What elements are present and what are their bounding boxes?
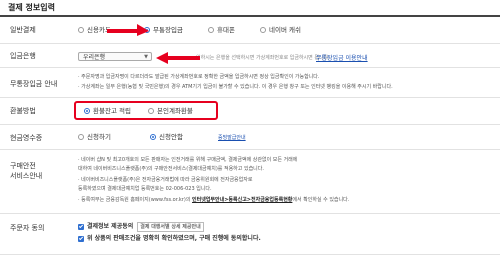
safety-line-4: 등록하였으며 결제대금예치업 등록번호는 02-006-023 입니다. — [78, 186, 212, 192]
receipt-option-apply[interactable]: 신청하기 — [78, 133, 111, 141]
guide-label: 무통장입금 안내 — [10, 80, 58, 88]
bank-select[interactable]: 우리은행 ▼ — [78, 52, 152, 61]
guide-row: 무통장입금 안내 · 주문자명과 입금자명이 다르더라도 발급된 가상계좌번호로… — [0, 68, 500, 98]
bank-label: 입금은행 — [10, 52, 36, 60]
radio-selected-icon — [150, 134, 156, 140]
safety-label-2: 서비스안내 — [10, 172, 43, 180]
agree-item-1[interactable]: 결제정보 제공동의 결제 대행서별 상세 제공안내 — [78, 222, 204, 232]
refund-label: 환불방법 — [10, 107, 36, 115]
safety-line-2: 대하여 네이버비즈니스플랫폼(주)의 구매안전서비스(결제대금예치)를 적용하고… — [78, 166, 264, 172]
chevron-down-icon: ▼ — [144, 54, 148, 60]
receipt-label: 현금영수증 — [10, 134, 43, 142]
payment-option-naver-cash[interactable]: 네이버 캐쉬 — [260, 26, 301, 34]
fss-link[interactable]: 인터넷업무안내>등록신고>전자금융업등록현황 — [192, 197, 292, 203]
safety-line-3: · 네이버비즈니스플랫폼(주)은 전자금융거래법에 따라 금융위원회에 전자금융… — [78, 177, 253, 183]
checkbox-checked-icon — [78, 223, 84, 230]
radio-icon — [78, 134, 84, 140]
payment-method-row: 일반결제 신용카드 무통장입금 휴대폰 네이버 캐쉬 — [0, 17, 500, 44]
section-title: 결제 정보입력 — [8, 3, 55, 12]
radio-icon — [208, 27, 214, 33]
receipt-guide-link[interactable]: 증빙발급안내 — [218, 134, 246, 141]
payment-option-bank-transfer[interactable]: 무통장입금 — [144, 26, 183, 34]
agree-row: 주문자 동의 결제정보 제공동의 결제 대행서별 상세 제공안내 위 상품의 판매… — [0, 214, 500, 255]
safety-line-1: · 네이버 샵N 및 최고0개호의 모든 판매자는 인전거래를 위해 구매금액,… — [78, 157, 298, 163]
payment-option-card[interactable]: 신용카드 — [78, 26, 111, 34]
guide-line-1: · 주문자명과 입금자명이 다르더라도 발급된 가상계좌번호로 정확한 금액을 … — [78, 74, 320, 80]
agree-label: 주문자 동의 — [10, 224, 45, 232]
guide-line-2: · 가상계좌는 일부 은행(농협 및 국민은행)의 경우 ATM기기 입금이 불… — [78, 84, 393, 90]
bank-note: 원하시는 은행을 선택하시면 가상계좌번호로 입금하시면 됩니다. — [196, 55, 330, 61]
agree-item-2[interactable]: 위 상품의 판매조건을 명확히 확인하였으며, 구매 진행에 동의합니다. — [78, 235, 261, 243]
bank-guide-link[interactable]: 무통장입금 이용안내 — [316, 53, 368, 62]
radio-icon — [260, 27, 266, 33]
receipt-option-none[interactable]: 신청안함 — [150, 133, 183, 141]
checkbox-checked-icon — [78, 235, 84, 242]
red-arrow-icon — [107, 24, 149, 36]
provider-detail-button[interactable]: 결제 대행서별 상세 제공안내 — [137, 222, 204, 232]
radio-icon — [78, 27, 84, 33]
payment-method-label: 일반결제 — [10, 26, 36, 34]
refund-highlight-box — [74, 101, 218, 120]
payment-option-phone[interactable]: 휴대폰 — [208, 26, 235, 34]
red-arrow-icon — [156, 52, 200, 64]
safety-row: 구매안전 서비스안내 · 네이버 샵N 및 최고0개호의 모든 판매자는 인전거… — [0, 150, 500, 214]
receipt-row: 현금영수증 신청하기 신청안함 증빙발급안내 — [0, 125, 500, 150]
safety-label-1: 구매안전 — [10, 162, 36, 170]
safety-line-5: · 등록여부는 금융감독원 홈페이지(www.fss.or.kr)의 인터넷업무… — [78, 197, 350, 203]
